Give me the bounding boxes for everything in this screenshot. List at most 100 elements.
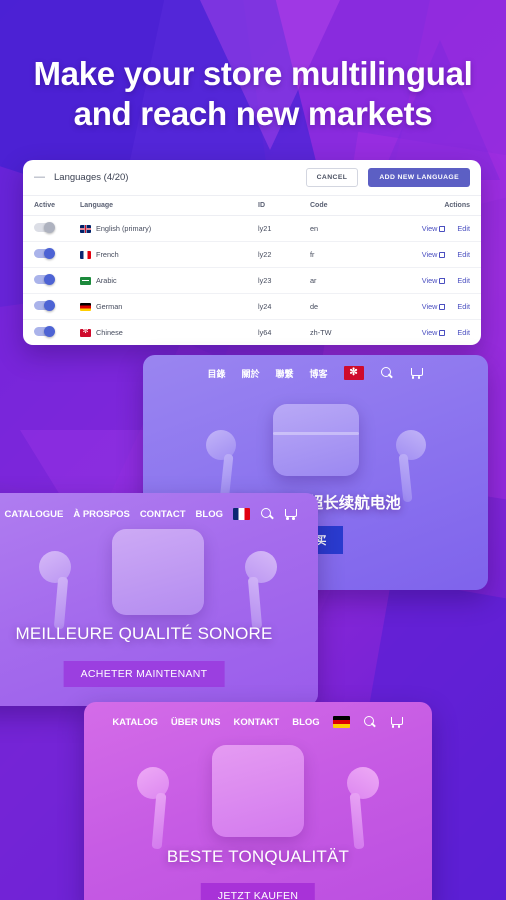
edit-link[interactable]: Edit [457, 328, 470, 337]
sa-flag-icon [80, 276, 91, 285]
nav-item[interactable]: 聯繫 [276, 367, 294, 380]
nav-item[interactable]: KATALOG [112, 717, 158, 728]
cart-icon[interactable] [410, 366, 424, 380]
edit-link[interactable]: Edit [457, 224, 470, 233]
active-toggle[interactable] [34, 274, 55, 285]
nav-item[interactable]: ÜBER UNS [171, 717, 221, 728]
view-link[interactable]: View [422, 276, 446, 285]
edit-link[interactable]: Edit [457, 250, 470, 259]
headline-line-1: Make your store multilingual [33, 55, 473, 92]
view-link[interactable]: View [422, 328, 446, 337]
cart-icon[interactable] [390, 715, 404, 729]
actions-cell: View Edit [405, 328, 470, 337]
column-header-active: Active [34, 202, 56, 209]
language-code: ar [310, 276, 317, 285]
storefront-hero-french: MEILLEURE QUALITÉ SONORE ACHETER MAINTEN… [0, 527, 318, 706]
table-row: Arabic ly23 ar View Edit [23, 268, 481, 294]
fr-flag-icon [80, 250, 91, 259]
language-name: French [96, 250, 119, 259]
table-row: German ly24 de View Edit [23, 294, 481, 320]
hero-title: BESTE TONQUALITÄT [166, 847, 350, 866]
language-cell: English (primary) [80, 224, 258, 233]
storefront-nav-german: KATALOG ÜBER UNS KONTAKT BLOG [84, 702, 432, 735]
language-cell: Arabic [80, 276, 258, 285]
languages-panel: — Languages (4/20) CANCEL ADD NEW LANGUA… [23, 160, 481, 345]
toggle-knob [44, 300, 55, 311]
language-cell: German [80, 302, 258, 311]
languages-panel-header: — Languages (4/20) CANCEL ADD NEW LANGUA… [23, 160, 481, 195]
hero-cta-button[interactable]: JETZT KAUFEN [200, 883, 316, 900]
add-new-language-button[interactable]: ADD NEW LANGUAGE [368, 168, 470, 187]
toggle-knob [44, 222, 55, 233]
minus-icon[interactable]: — [34, 172, 45, 183]
actions-cell: View Edit [405, 250, 470, 259]
table-row: Chinese ly64 zh-TW View Edit [23, 320, 481, 345]
cancel-button[interactable]: CANCEL [305, 168, 359, 187]
hong-kong-flag-icon[interactable] [343, 366, 364, 380]
nav-item[interactable]: 博客 [310, 367, 328, 380]
language-id: ly21 [258, 224, 272, 233]
view-link[interactable]: View [422, 224, 446, 233]
search-icon[interactable] [260, 507, 274, 521]
table-row: French ly22 fr View Edit [23, 242, 481, 268]
external-link-icon [439, 252, 446, 258]
storefront-nav-french: CATALOGUE À PROSPOS CONTACT BLOG [0, 493, 318, 527]
toggle-knob [44, 274, 55, 285]
edit-link[interactable]: Edit [457, 302, 470, 311]
storefront-nav-chinese: 目錄 關於 聯繫 博客 [143, 355, 488, 386]
promo-banner: Make your store multilingual and reach n… [0, 0, 506, 900]
gb-flag-icon [80, 224, 91, 233]
nav-item[interactable]: 目錄 [207, 367, 225, 380]
nav-item[interactable]: KONTAKT [234, 717, 280, 728]
active-toggle[interactable] [34, 248, 55, 259]
languages-panel-title: Languages (4/20) [54, 172, 129, 183]
nav-item[interactable]: BLOG [196, 509, 223, 520]
column-header-code: Code [310, 202, 328, 209]
language-name: English (primary) [96, 224, 152, 233]
language-code: en [310, 224, 319, 233]
language-id: ly22 [258, 250, 272, 259]
language-cell: Chinese [80, 328, 258, 337]
language-code: fr [310, 250, 315, 259]
language-code: zh-TW [310, 328, 332, 337]
germany-flag-icon[interactable] [332, 716, 350, 728]
column-header-id: ID [258, 202, 265, 209]
edit-link[interactable]: Edit [457, 276, 470, 285]
nav-item[interactable]: CONTACT [140, 509, 186, 520]
page-title: Make your store multilingual and reach n… [0, 54, 506, 134]
nav-item[interactable]: CATALOGUE [5, 509, 64, 520]
nav-item[interactable]: BLOG [292, 717, 319, 728]
cart-icon[interactable] [284, 507, 298, 521]
language-id: ly24 [258, 302, 272, 311]
nav-item[interactable]: À PROSPOS [73, 509, 130, 520]
languages-table-header: Active Language ID Code Actions [23, 195, 481, 216]
active-toggle[interactable] [34, 222, 55, 233]
column-header-actions: Actions [444, 202, 470, 209]
active-toggle-cell [34, 274, 80, 286]
actions-cell: View Edit [405, 302, 470, 311]
language-name: German [96, 302, 123, 311]
active-toggle-cell [34, 326, 80, 338]
france-flag-icon[interactable] [233, 508, 250, 520]
view-link[interactable]: View [422, 302, 446, 311]
hero-cta-button[interactable]: ACHETER MAINTENANT [63, 661, 225, 687]
external-link-icon [439, 330, 446, 336]
hk-flag-icon [80, 328, 91, 337]
external-link-icon [439, 278, 446, 284]
nav-item[interactable]: 關於 [241, 367, 259, 380]
search-icon[interactable] [363, 715, 377, 729]
language-id: ly23 [258, 276, 272, 285]
table-row: English (primary) ly21 en View Edit [23, 216, 481, 242]
search-icon[interactable] [380, 366, 394, 380]
language-code: de [310, 302, 319, 311]
headline-line-2: and reach new markets [73, 95, 433, 132]
active-toggle[interactable] [34, 300, 55, 311]
toggle-knob [44, 248, 55, 259]
de-flag-icon [80, 302, 91, 311]
column-header-language: Language [80, 202, 114, 209]
external-link-icon [439, 226, 446, 232]
view-link[interactable]: View [422, 250, 446, 259]
language-cell: French [80, 250, 258, 259]
actions-cell: View Edit [405, 224, 470, 233]
active-toggle[interactable] [34, 326, 55, 337]
